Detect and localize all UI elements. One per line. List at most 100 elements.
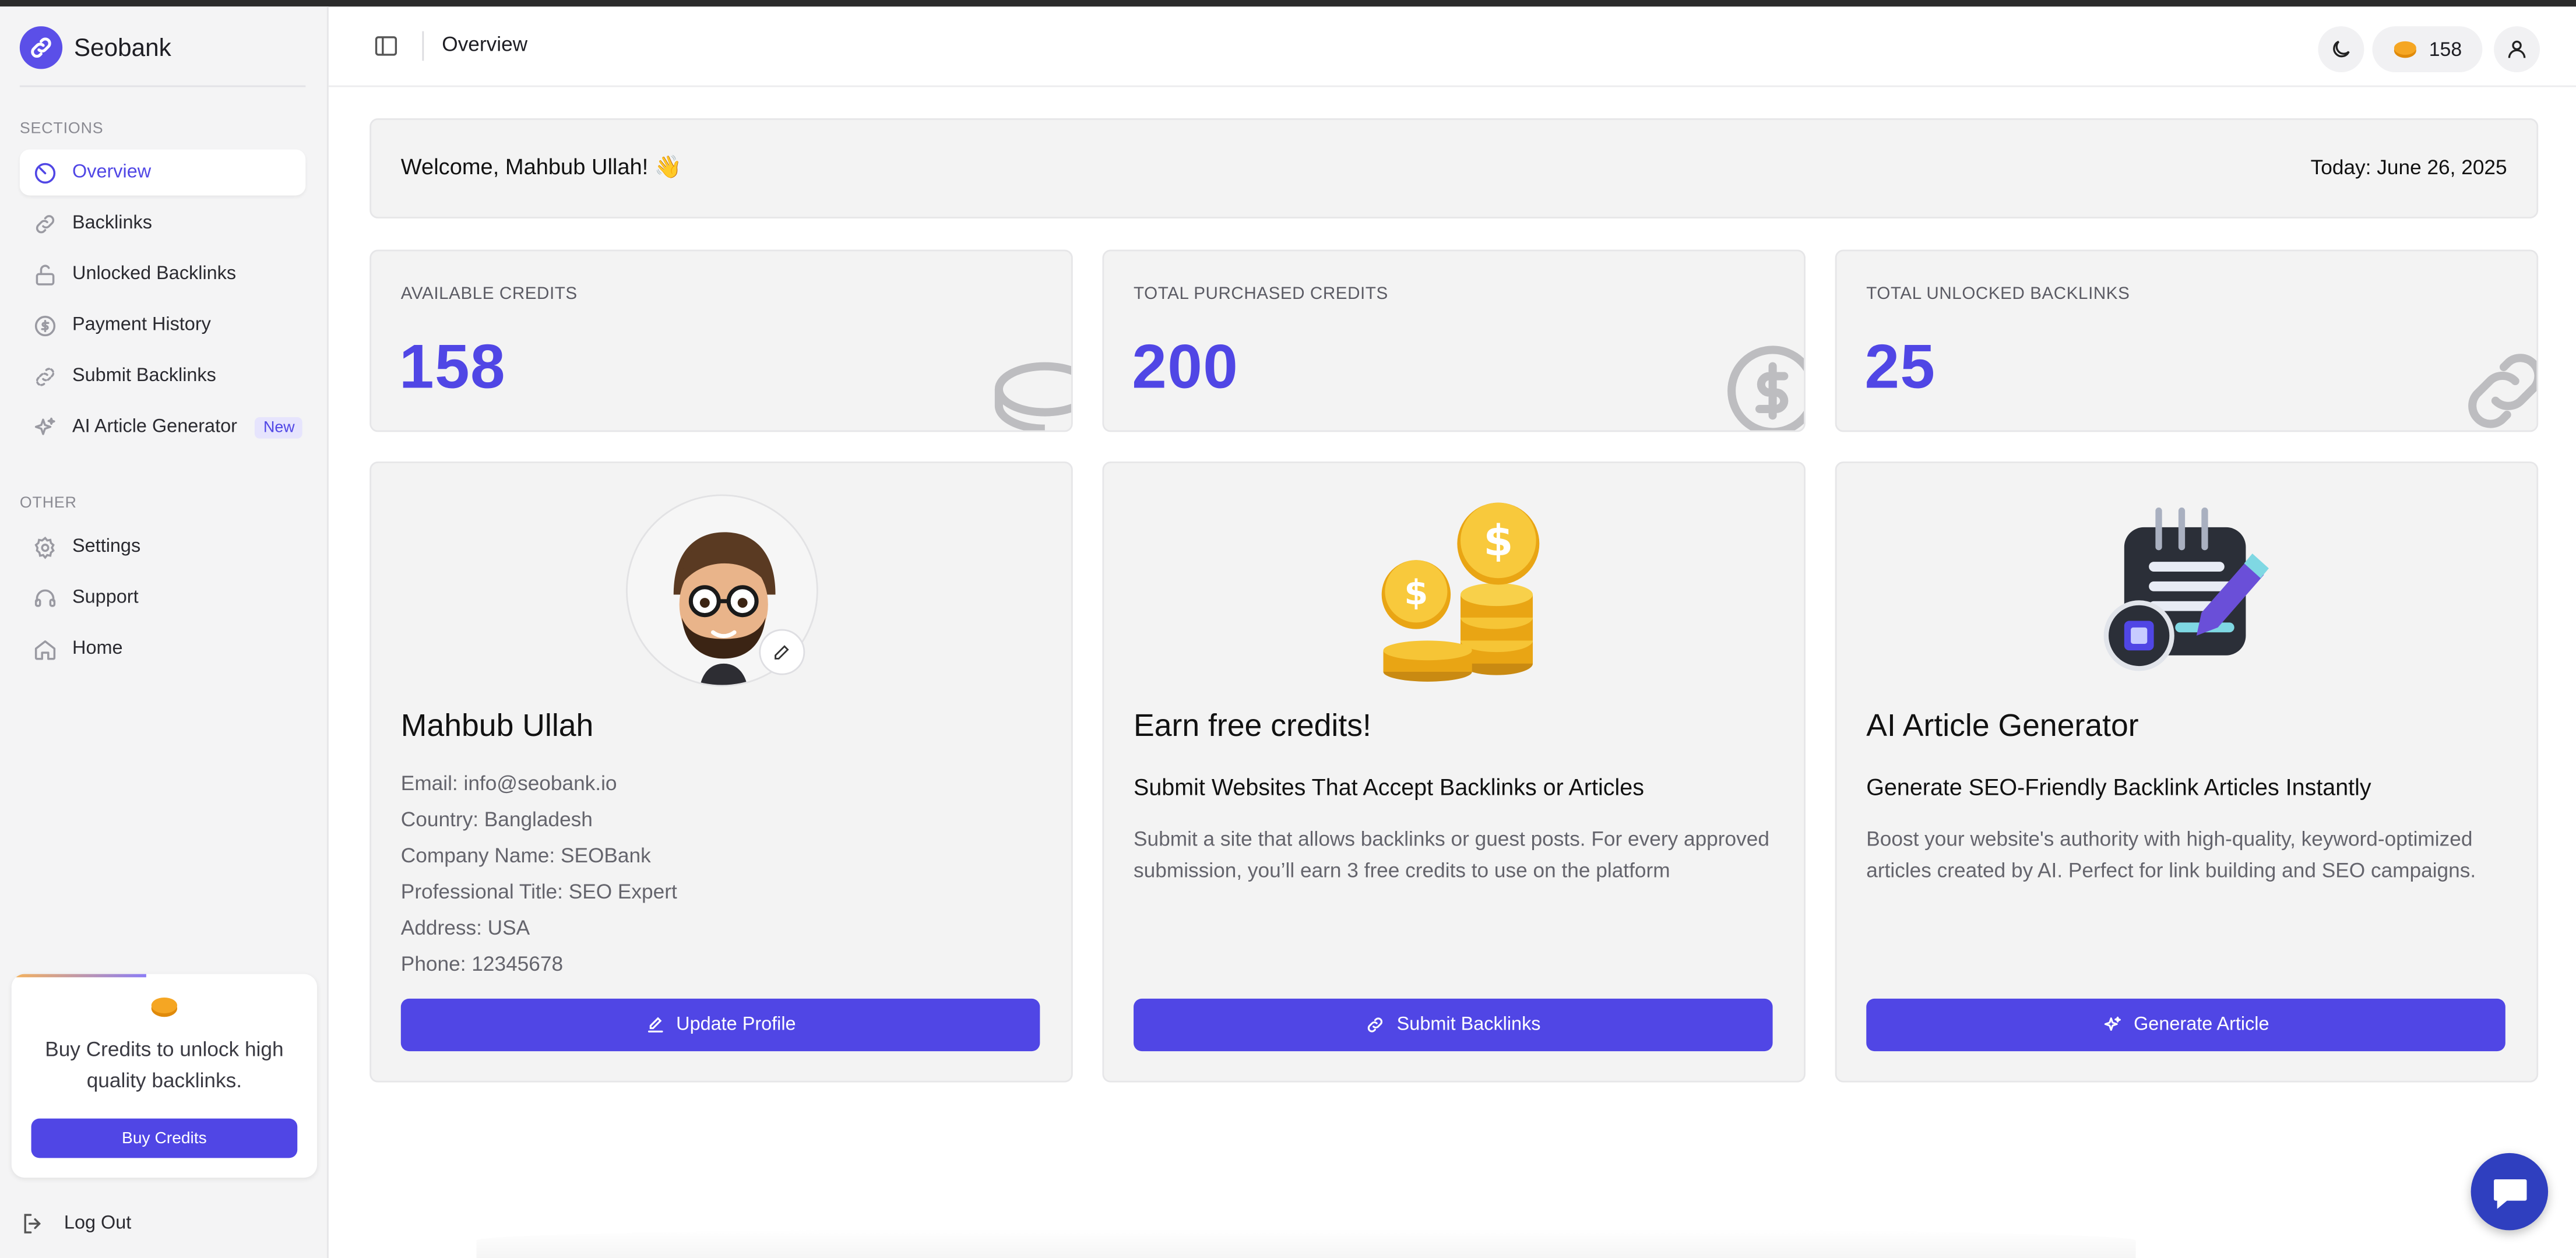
link-submit-icon (1368, 1017, 1383, 1033)
profile-address: Address: USA (400, 916, 530, 940)
unlock-icon (31, 261, 58, 287)
profile-title: Professional Title: SEO Expert (400, 880, 677, 904)
svg-text:$: $ (1483, 516, 1513, 566)
moon-icon (2333, 40, 2350, 58)
ai-article-card: AI Article Generator Generate SEO-Friend… (1835, 461, 2539, 1083)
stat-card-total-unlocked-backlinks: TOTAL UNLOCKED BACKLINKS 25 (1835, 249, 2539, 432)
update-profile-button[interactable]: Update Profile (400, 998, 1040, 1052)
sidebar-item-label: AI Article Generator (72, 417, 237, 437)
logout-icon (24, 1214, 41, 1234)
logout-button[interactable]: Log Out (20, 1207, 131, 1240)
welcome-banner: Welcome, Mahbub Ullah! 👋 Today: June 26,… (369, 118, 2539, 219)
chat-bubble-icon (2493, 1178, 2526, 1208)
coin-icon (151, 997, 178, 1017)
stat-card-available-credits: AVAILABLE CREDITS 158 (369, 249, 1073, 432)
stat-label: AVAILABLE CREDITS (400, 284, 578, 304)
today-date: Today: June 26, 2025 (2310, 156, 2507, 179)
dollar-circle-icon (31, 312, 58, 339)
seobank-logo-icon (19, 26, 63, 69)
sidebar-item-label: Unlocked Backlinks (72, 264, 237, 284)
logout-label: Log Out (64, 1214, 132, 1234)
app-window: Seobank SECTIONS Overview Backlinks Unlo… (0, 0, 2576, 1258)
sidebar-item-label: Submit Backlinks (72, 366, 216, 386)
generate-article-button[interactable]: Generate Article (1866, 998, 2505, 1052)
sidebar-item-label: Backlinks (72, 213, 152, 234)
sidebar-item-backlinks[interactable]: Backlinks (20, 200, 305, 246)
sidebar-item-label: Home (72, 639, 123, 659)
sidebar-item-support[interactable]: Support (20, 575, 305, 621)
sidebar-item-label: Payment History (72, 315, 211, 336)
gear-icon (31, 534, 58, 560)
sparkles-icon (2104, 1016, 2121, 1031)
theme-toggle-button[interactable] (2318, 26, 2364, 73)
user-icon (2508, 40, 2526, 58)
edit-avatar-button[interactable] (759, 629, 805, 675)
stat-value: 158 (399, 333, 506, 403)
coins-stack-illustration: $ $ (1381, 502, 1540, 682)
sidebar-item-unlocked-backlinks[interactable]: Unlocked Backlinks (20, 251, 305, 297)
link-icon (31, 210, 58, 237)
stat-value: 200 (1132, 333, 1239, 403)
link-icon (2468, 354, 2537, 428)
user-menu-button[interactable] (2494, 26, 2540, 73)
stat-card-total-purchased-credits: TOTAL PURCHASED CREDITS 200 (1102, 249, 1806, 432)
profile-email: Email: info@seobank.io (400, 771, 617, 795)
headset-icon (31, 585, 58, 611)
gauge-icon (31, 159, 58, 185)
sidebar-toggle-icon[interactable] (373, 33, 399, 59)
sidebar-item-label: Overview (72, 163, 152, 182)
earn-subtitle: Submit Websites That Accept Backlinks or… (1134, 773, 1644, 800)
stat-label: TOTAL UNLOCKED BACKLINKS (1866, 284, 2130, 304)
submit-backlinks-button[interactable]: Submit Backlinks (1134, 998, 1773, 1052)
earn-credits-card: $ $ Earn free credits! Submit Websites T… (1102, 461, 1806, 1083)
promo-text: Buy Credits to unlock high quality backl… (45, 1038, 284, 1093)
other-label: OTHER (19, 494, 77, 513)
sidebar-item-overview[interactable]: Overview (19, 149, 306, 196)
dollar-icon (1727, 346, 1804, 431)
sidebar-item-home[interactable]: Home (20, 626, 305, 672)
profile-card: Mahbub Ullah Email: info@seobank.io Coun… (369, 461, 1073, 1083)
sparkles-icon (31, 414, 58, 440)
sidebar-item-label: Support (72, 588, 139, 608)
new-badge: New (255, 416, 303, 438)
svg-text:$: $ (1404, 572, 1428, 612)
credits-count: 158 (2429, 37, 2462, 61)
page-bottom-shadow (476, 1228, 2136, 1258)
ai-title: AI Article Generator (1866, 709, 2139, 744)
ai-description: Boost your website's authority with high… (1866, 827, 2476, 882)
notepad-pen-illustration (2103, 508, 2269, 671)
sections-label: SECTIONS (19, 119, 104, 138)
pencil-icon (775, 645, 789, 660)
sidebar-item-label: Settings (72, 537, 141, 557)
sidebar: Seobank SECTIONS Overview Backlinks Unlo… (0, 6, 329, 1258)
divider (19, 85, 306, 87)
profile-company: Company Name: SEOBank (400, 844, 651, 868)
stat-label: TOTAL PURCHASED CREDITS (1134, 284, 1388, 304)
credits-pill[interactable]: 158 (2372, 26, 2483, 73)
buy-credits-button[interactable]: Buy Credits (31, 1118, 298, 1158)
divider (422, 31, 424, 61)
home-icon (31, 636, 58, 662)
link-submit-icon (31, 363, 58, 389)
button-label: Submit Backlinks (1396, 1015, 1541, 1035)
brand[interactable]: Seobank (19, 26, 171, 69)
sidebar-item-payment-history[interactable]: Payment History (20, 302, 305, 348)
sidebar-item-ai-article-generator[interactable]: AI Article Generator New (20, 404, 305, 450)
profile-name: Mahbub Ullah (400, 709, 594, 744)
welcome-greeting: Welcome, Mahbub Ullah! 👋 (400, 154, 682, 179)
promo-accent-bar (11, 974, 146, 978)
coin-icon (2395, 41, 2417, 58)
button-label: Update Profile (676, 1015, 796, 1035)
earn-description: Submit a site that allows backlinks or g… (1134, 827, 1769, 882)
buy-credits-promo: Buy Credits to unlock high quality backl… (11, 974, 318, 1178)
top-header: Overview 158 (328, 6, 2576, 87)
sidebar-item-settings[interactable]: Settings (20, 524, 305, 570)
stat-value: 25 (1864, 333, 1936, 403)
pencil-icon (647, 1017, 663, 1033)
window-top-strip (0, 0, 2576, 7)
chat-button[interactable] (2471, 1153, 2549, 1231)
earn-title: Earn free credits! (1134, 709, 1371, 744)
coin-icon (994, 362, 1071, 431)
sidebar-item-submit-backlinks[interactable]: Submit Backlinks (20, 353, 305, 399)
profile-country: Country: Bangladesh (400, 808, 593, 831)
